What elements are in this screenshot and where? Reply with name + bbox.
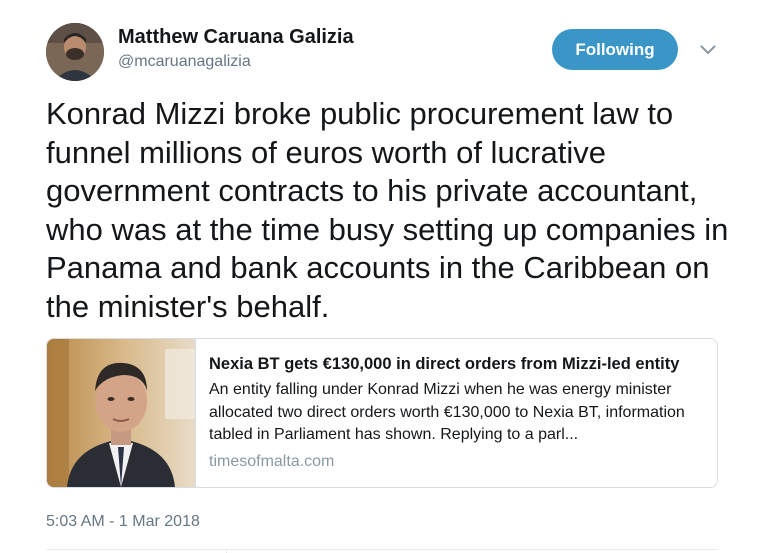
tweet-text: Konrad Mizzi broke public procurement la… xyxy=(46,96,729,324)
tweet-timestamp[interactable]: 5:03 AM - 1 Mar 2018 xyxy=(46,513,200,531)
author-avatar[interactable] xyxy=(46,23,104,81)
card-description: An entity falling under Konrad Mizzi whe… xyxy=(209,381,685,443)
chevron-down-icon[interactable] xyxy=(698,40,718,60)
card-domain[interactable]: timesofmalta.com xyxy=(209,451,704,473)
link-card[interactable]: Nexia BT gets €130,000 in direct orders … xyxy=(46,338,718,488)
author-name[interactable]: Matthew Caruana Galizia xyxy=(118,26,354,49)
following-button[interactable]: Following xyxy=(552,29,678,70)
card-thumbnail[interactable] xyxy=(47,339,196,487)
divider-tick xyxy=(226,549,227,553)
divider xyxy=(46,549,718,550)
card-title[interactable]: Nexia BT gets €130,000 in direct orders … xyxy=(209,353,704,375)
author-handle[interactable]: @mcaruanagalizia xyxy=(118,53,251,71)
